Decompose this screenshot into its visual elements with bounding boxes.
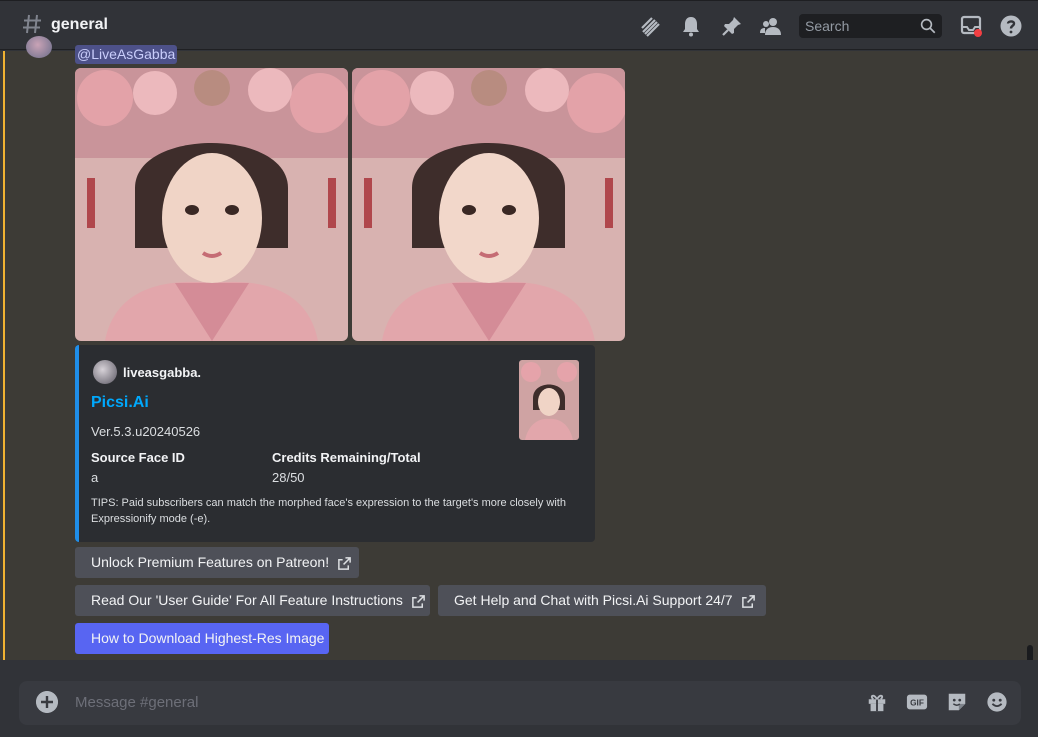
download-highest-res-button[interactable]: How to Download Highest-Res Image <box>75 623 329 654</box>
external-link-icon <box>412 594 425 608</box>
add-attachment-icon[interactable] <box>36 691 58 713</box>
mention-highlight-bar <box>3 51 5 660</box>
external-link-icon <box>338 556 351 570</box>
emoji-icon[interactable] <box>986 691 1008 713</box>
message-input-placeholder: Message #general <box>75 694 199 711</box>
button-label: Read Our 'User Guide' For All Feature In… <box>91 592 403 608</box>
field-value-credits: 28/50 <box>272 470 305 485</box>
gift-icon[interactable] <box>866 691 888 713</box>
pin-icon[interactable] <box>720 14 744 38</box>
patreon-link-button[interactable]: Unlock Premium Features on Patreon! <box>75 547 359 578</box>
embed-thumbnail[interactable] <box>519 360 579 440</box>
inbox-icon[interactable] <box>959 14 983 38</box>
user-mention[interactable]: @LiveAsGabba <box>75 45 178 64</box>
portrait-image <box>75 68 348 341</box>
embed-author[interactable]: liveasgabba. <box>123 365 201 380</box>
support-link-button[interactable]: Get Help and Chat with Picsi.Ai Support … <box>438 585 766 616</box>
field-name-source-face: Source Face ID <box>91 450 185 465</box>
gif-icon[interactable]: GIF <box>906 691 928 713</box>
channel-header: general Search <box>0 0 1038 50</box>
embed-description: Ver.5.3.u20240526 <box>91 424 201 439</box>
threads-icon[interactable] <box>639 14 663 38</box>
search-icon <box>920 18 936 34</box>
result-image-morphed[interactable] <box>352 68 625 341</box>
search-box[interactable]: Search <box>799 14 942 38</box>
notification-bell-icon[interactable] <box>679 14 703 38</box>
external-link-icon <box>741 594 755 608</box>
field-name-credits: Credits Remaining/Total <box>272 450 421 465</box>
button-label: Unlock Premium Features on Patreon! <box>91 554 330 570</box>
bot-embed: liveasgabba. Picsi.Ai Ver.5.3.u20240526 … <box>75 345 595 542</box>
user-guide-link-button[interactable]: Read Our 'User Guide' For All Feature In… <box>75 585 430 616</box>
svg-text:GIF: GIF <box>910 699 924 708</box>
button-label: How to Download Highest-Res Image <box>91 630 325 646</box>
embed-title-link[interactable]: Picsi.Ai <box>91 394 149 412</box>
embed-author-avatar <box>93 360 117 384</box>
hash-icon <box>23 14 41 34</box>
embed-tips: TIPS: Paid subscribers can match the mor… <box>91 497 566 525</box>
help-icon[interactable] <box>999 14 1023 38</box>
avatar[interactable] <box>26 36 52 58</box>
channel-name: general <box>51 16 108 33</box>
member-list-icon[interactable] <box>759 14 783 38</box>
portrait-image <box>352 68 625 341</box>
thumbnail-portrait <box>519 360 579 440</box>
button-label: Get Help and Chat with Picsi.Ai Support … <box>454 592 733 608</box>
field-value-source-face: a <box>91 470 99 485</box>
search-placeholder: Search <box>805 18 850 34</box>
sticker-icon[interactable] <box>946 691 968 713</box>
result-image-original[interactable] <box>75 68 348 341</box>
